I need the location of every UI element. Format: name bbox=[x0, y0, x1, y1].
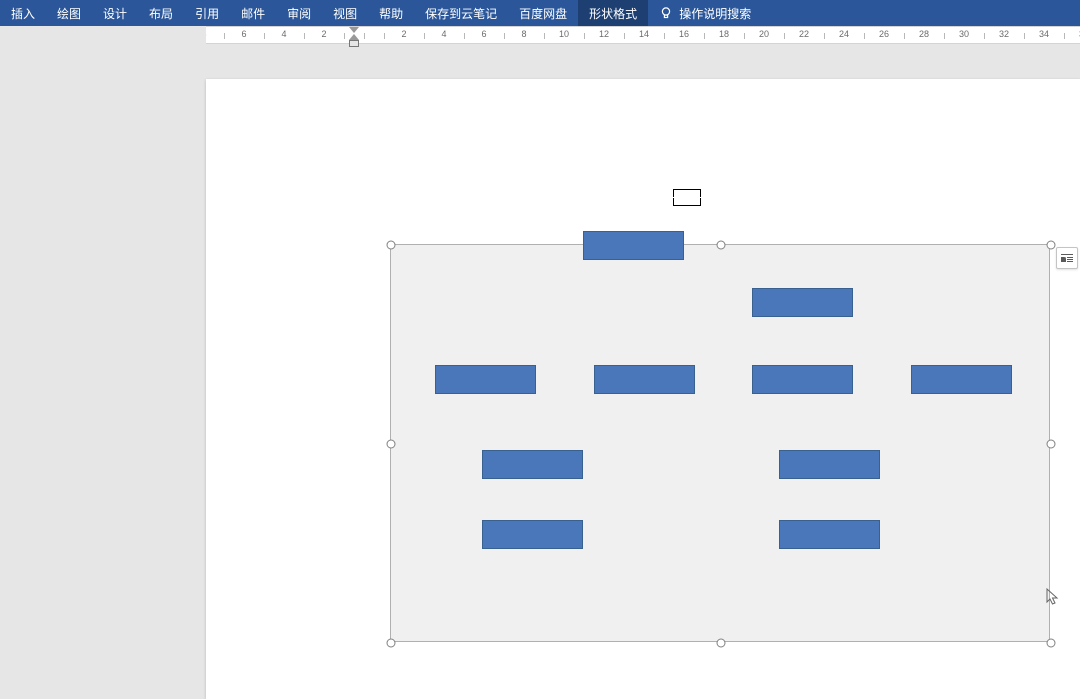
layout-options-button[interactable] bbox=[1056, 247, 1078, 269]
ribbon-tab[interactable]: 帮助 bbox=[368, 0, 414, 26]
selection-handle[interactable] bbox=[717, 241, 726, 250]
shape-rectangle[interactable] bbox=[911, 365, 1012, 394]
cursor-top-bracket bbox=[673, 189, 701, 197]
ribbon-tab[interactable]: 引用 bbox=[184, 0, 230, 26]
selection-handle[interactable] bbox=[1047, 639, 1056, 648]
lightbulb-icon bbox=[659, 6, 673, 20]
document-workspace bbox=[0, 49, 1080, 616]
shape-rectangle[interactable] bbox=[594, 365, 695, 394]
selection-handle[interactable] bbox=[387, 440, 396, 449]
shape-rectangle[interactable] bbox=[583, 231, 684, 260]
tell-me-label: 操作说明搜索 bbox=[679, 5, 751, 22]
horizontal-ruler[interactable]: 8642246810121416182022242628303234363840… bbox=[206, 26, 1080, 44]
shape-rectangle[interactable] bbox=[779, 450, 880, 479]
layout-options-icon bbox=[1060, 251, 1074, 265]
drawing-canvas-selection[interactable] bbox=[390, 244, 1050, 642]
first-line-indent-marker[interactable] bbox=[349, 27, 359, 33]
shape-rectangle[interactable] bbox=[482, 450, 583, 479]
ribbon-tab[interactable]: 插入 bbox=[0, 0, 46, 26]
ribbon-tab[interactable]: 邮件 bbox=[230, 0, 276, 26]
selection-handle[interactable] bbox=[387, 639, 396, 648]
selection-handle[interactable] bbox=[1047, 440, 1056, 449]
shape-rectangle[interactable] bbox=[752, 365, 853, 394]
cursor-bottom-bracket bbox=[673, 198, 701, 206]
selection-handle[interactable] bbox=[1047, 241, 1056, 250]
ribbon-tab[interactable]: 绘图 bbox=[46, 0, 92, 26]
ribbon-tab[interactable]: 审阅 bbox=[276, 0, 322, 26]
mouse-cursor-icon bbox=[1046, 588, 1060, 606]
selection-handle[interactable] bbox=[717, 639, 726, 648]
shape-rectangle[interactable] bbox=[779, 520, 880, 549]
ribbon-tab[interactable]: 设计 bbox=[92, 0, 138, 26]
ribbon-tab[interactable]: 布局 bbox=[138, 0, 184, 26]
ribbon-tab[interactable]: 形状格式 bbox=[578, 0, 648, 26]
tell-me-search[interactable]: 操作说明搜索 bbox=[648, 5, 762, 22]
ribbon-tabs: 插入绘图设计布局引用邮件审阅视图帮助保存到云笔记百度网盘形状格式 操作说明搜索 bbox=[0, 0, 1080, 26]
shape-rectangle[interactable] bbox=[482, 520, 583, 549]
ribbon-tab[interactable]: 保存到云笔记 bbox=[414, 0, 508, 26]
shape-rectangle[interactable] bbox=[752, 288, 853, 317]
shape-rectangle[interactable] bbox=[435, 365, 536, 394]
ribbon-tab[interactable]: 视图 bbox=[322, 0, 368, 26]
ribbon-tab[interactable]: 百度网盘 bbox=[508, 0, 578, 26]
selection-handle[interactable] bbox=[387, 241, 396, 250]
left-indent-marker[interactable] bbox=[349, 40, 359, 47]
